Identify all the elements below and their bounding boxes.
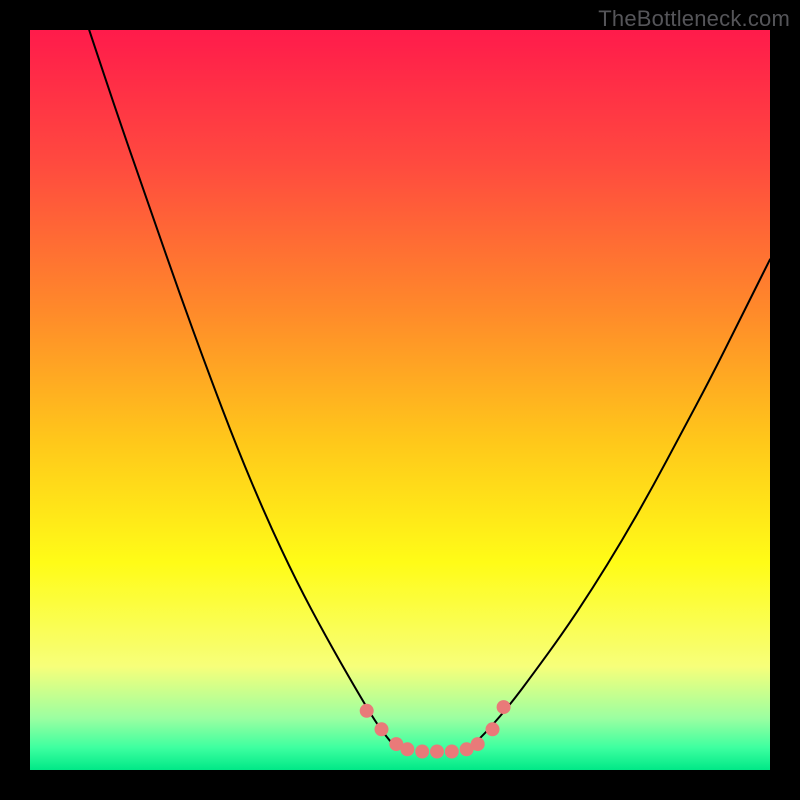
valley-marker [486,722,500,736]
plot-area [30,30,770,770]
chart-frame: TheBottleneck.com [0,0,800,800]
valley-marker [497,700,511,714]
gradient-background [30,30,770,770]
valley-marker [445,745,459,759]
watermark-text: TheBottleneck.com [598,6,790,32]
valley-marker [375,722,389,736]
valley-marker [415,745,429,759]
valley-marker [400,742,414,756]
valley-marker [471,737,485,751]
valley-marker [430,745,444,759]
chart-svg [30,30,770,770]
valley-marker [360,704,374,718]
